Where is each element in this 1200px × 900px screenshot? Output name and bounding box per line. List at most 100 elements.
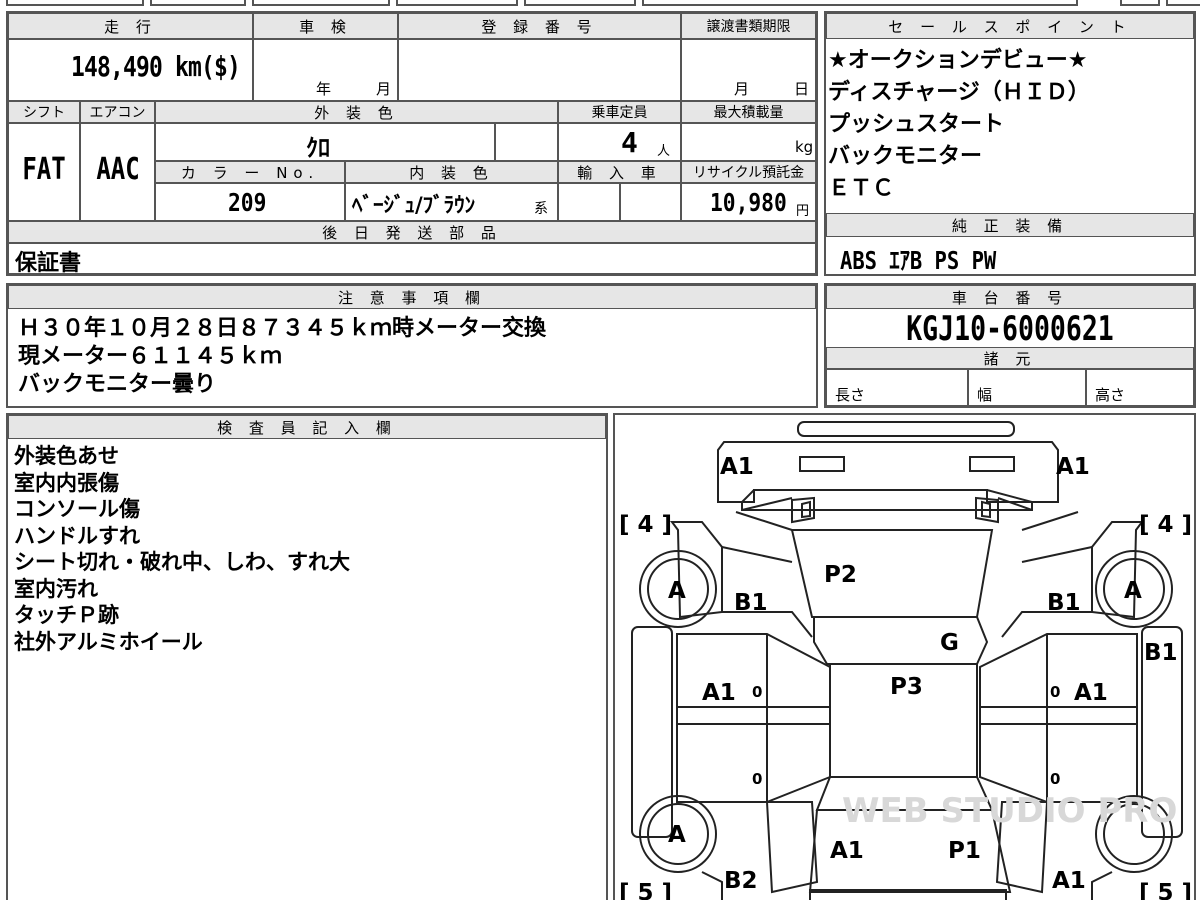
max-load-header: 最大積載量: [681, 101, 816, 123]
mark-wheel-fr: A: [1124, 578, 1142, 604]
length-label: 長さ: [835, 386, 866, 404]
sales-point-item: ＥＴＣ: [828, 176, 895, 201]
sales-points-panel: セ ー ル ス ポ イ ン ト ★オークションデビュー★ ディスチャージ（ＨＩＤ…: [824, 11, 1196, 276]
inspector-line: ハンドルすれ: [14, 523, 140, 548]
mileage-cell: 148,490 km($): [8, 39, 253, 101]
capacity-cell: 4 人: [558, 123, 681, 161]
mark-wheel-fl: A: [668, 578, 686, 604]
mileage-value: 148,490 km($): [71, 50, 241, 83]
mark-rear-left: B2: [724, 868, 758, 894]
inspector-lines: 外装色あせ 室内内張傷 コンソール傷 ハンドルすれ シート切れ・破れ中、しわ、す…: [14, 443, 350, 655]
later-parts-cell: 保証書: [8, 243, 816, 274]
chassis-number: KGJ10-6000621: [906, 309, 1114, 349]
sales-point-item: バックモニター: [828, 144, 983, 169]
notes-header: 注 意 事 項 欄: [8, 285, 816, 309]
interior-color-cell: ﾍﾞｰｼﾞｭ/ﾌﾞﾗｳﾝ 系: [345, 183, 558, 221]
inspection-header: 車 検: [253, 13, 398, 39]
top-stub-3: [252, 0, 390, 6]
capacity-unit: 人: [657, 144, 671, 159]
interior-color-header: 内 装 色: [345, 161, 558, 183]
exterior-color-extra: [495, 123, 558, 161]
top-stub-7: [1120, 0, 1160, 6]
transfer-deadline-header: 譲渡書類期限: [681, 13, 816, 39]
exterior-color-cell: ｸﾛ: [155, 123, 495, 161]
color-no-header: カ ラ ー No.: [155, 161, 345, 183]
later-parts-header: 後 日 発 送 部 品: [8, 221, 816, 243]
notes-panel: 注 意 事 項 欄 Ｈ３０年１０月２８日８７３４５ｋｍ時メーター交換 現メーター…: [6, 283, 818, 408]
diagram-watermark: WEB STUDIO PRO: [842, 791, 1177, 831]
height-label: 高さ: [1095, 386, 1126, 404]
transfer-day: 日: [794, 80, 810, 98]
shift-cell: FAT: [8, 123, 80, 221]
mark-door-fr: A1: [1074, 680, 1108, 706]
specs-header: 諸 元: [826, 347, 1194, 369]
aircon-value: AAC: [96, 152, 140, 187]
import-header: 輸 入 車: [558, 161, 681, 183]
sales-point-item: プッシュスタート: [828, 112, 1005, 137]
inspector-line: コンソール傷: [14, 497, 140, 521]
hood-shape: [790, 529, 994, 618]
sales-points-header: セ ー ル ス ポ イ ン ト: [826, 13, 1194, 39]
mark-front-right: A1: [1056, 454, 1090, 480]
length-cell: 長さ: [826, 369, 968, 406]
mark-bracket-bottom-right: [ 5 ]: [1139, 880, 1192, 900]
mark-door-small-fl: 0: [752, 683, 762, 701]
mark-right-side: B1: [1144, 640, 1178, 666]
max-load-cell: kg: [681, 123, 816, 161]
inspector-panel: 検 査 員 記 入 欄 外装色あせ 室内内張傷 コンソール傷 ハンドルすれ シー…: [6, 413, 608, 900]
later-parts-value: 保証書: [15, 251, 82, 274]
genuine-equipment-header: 純 正 装 備: [826, 213, 1194, 237]
registration-header: 登 録 番 号: [398, 13, 681, 39]
chassis-panel: 車 台 番 号 KGJ10-6000621 諸 元 長さ 幅 高さ: [824, 283, 1196, 408]
chassis-header: 車 台 番 号: [826, 285, 1194, 309]
windshield-shape: [813, 616, 989, 665]
mark-bracket-top-right: [ 4 ]: [1139, 512, 1192, 538]
top-stub-5: [524, 0, 636, 6]
mark-door-small-rl: 0: [752, 770, 762, 788]
mark-hood: P2: [824, 562, 857, 588]
car-diagram: WEB STUDIO PRO A1 A1 [ 4 ] [ 4 ] A A B1 …: [619, 421, 1192, 900]
mark-fender-fl: B1: [734, 590, 768, 616]
top-stub-2: [150, 0, 246, 6]
recycle-value: 10,980: [710, 188, 787, 217]
mark-bracket-bottom-left: [ 5 ]: [619, 880, 672, 900]
top-stub-8: [1166, 0, 1200, 6]
interior-color-suffix: 系: [534, 201, 548, 217]
aircon-header: エアコン: [80, 101, 155, 123]
inspector-line: 外装色あせ: [14, 444, 119, 468]
import-cell-b: [620, 183, 681, 221]
inspector-line: 社外アルミホイール: [14, 629, 203, 654]
mark-roof: P3: [890, 674, 923, 700]
mark-door-fl: A1: [702, 680, 736, 706]
mark-windshield: G: [940, 630, 959, 656]
inspector-line: シート切れ・破れ中、しわ、すれ大: [14, 550, 350, 574]
headlight-right: [969, 456, 1015, 472]
inspector-line: 室内汚れ: [14, 576, 98, 601]
top-stub-4: [396, 0, 518, 6]
recycle-unit: 円: [796, 204, 810, 219]
note-line: Ｈ３０年１０月２８日８７３４５ｋｍ時メーター交換: [18, 316, 547, 341]
vehicle-info-panel: 走 行 車 検 登 録 番 号 譲渡書類期限 148,490 km($) 年 月…: [6, 11, 818, 276]
capacity-value: 4: [621, 126, 638, 159]
mark-bracket-top-left: [ 4 ]: [619, 512, 672, 538]
mark-door-small-rr: 0: [1050, 770, 1060, 788]
front-bumper-shape: [797, 421, 1015, 437]
sales-points-list: ★オークションデビュー★ ディスチャージ（ＨＩＤ） プッシュスタート バックモニ…: [828, 45, 1090, 205]
color-no-value: 209: [228, 188, 267, 217]
mileage-header: 走 行: [8, 13, 253, 39]
shift-value: FAT: [22, 152, 66, 187]
inspection-year: 年: [316, 80, 332, 98]
mark-trunk-left: A1: [830, 838, 864, 864]
mark-front-left: A1: [720, 454, 754, 480]
width-label: 幅: [977, 386, 993, 404]
note-line: 現メーター６１１４５ｋｍ: [18, 344, 283, 369]
exterior-color-value: ｸﾛ: [306, 134, 330, 161]
note-line: バックモニター曇り: [18, 372, 217, 397]
color-no-cell: 209: [155, 183, 345, 221]
genuine-equipment-value: ABS ｴｱB PS PW: [840, 246, 997, 275]
inspector-line: タッチＰ跡: [14, 603, 119, 627]
inspector-line: 室内内張傷: [14, 470, 119, 495]
import-cell-a: [558, 183, 620, 221]
interior-color-value: ﾍﾞｰｼﾞｭ/ﾌﾞﾗｳﾝ: [352, 193, 476, 217]
recycle-cell: 10,980 円: [681, 183, 816, 221]
